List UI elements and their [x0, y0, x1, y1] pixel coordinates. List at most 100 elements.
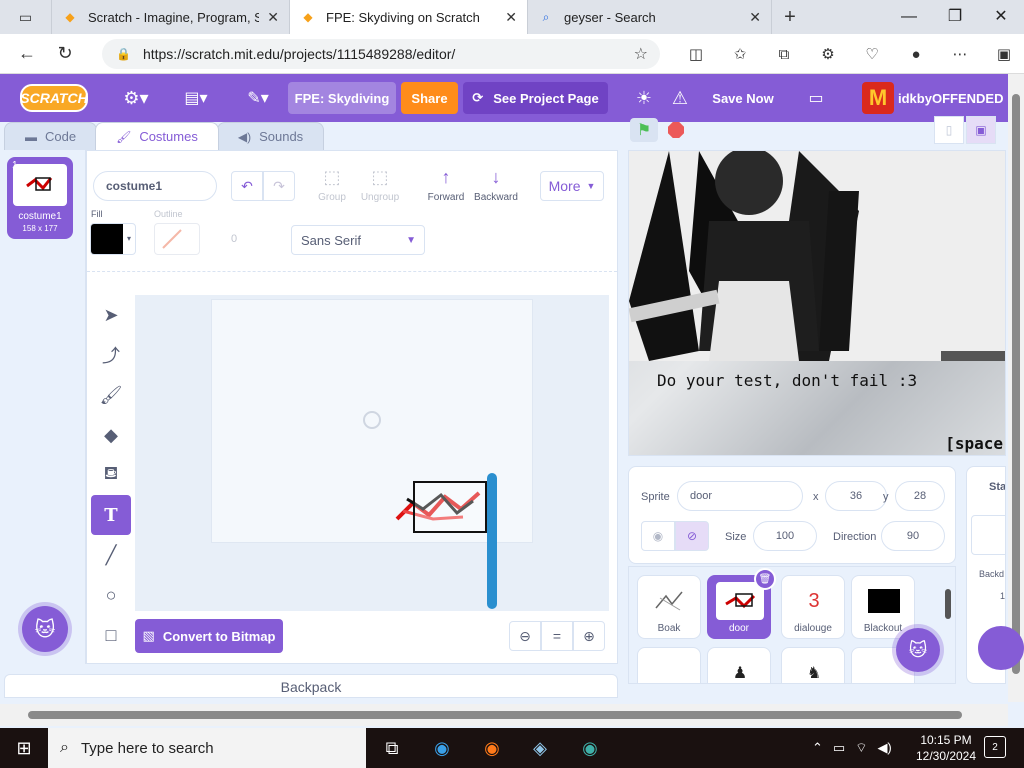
choose-costume-button[interactable]: 🐱: [22, 606, 68, 652]
circle-tool[interactable]: ○: [91, 575, 131, 615]
fill-tool[interactable]: ⛾: [91, 455, 131, 495]
close-tab-icon[interactable]: ✕: [749, 9, 761, 26]
delete-sprite-icon[interactable]: 🗑: [754, 568, 776, 590]
save-now-button[interactable]: Save Now: [706, 74, 780, 122]
close-tab-icon[interactable]: ✕: [505, 9, 517, 26]
volume-icon[interactable]: ◀): [877, 740, 891, 756]
project-title-input[interactable]: FPE: Skydiving: [288, 82, 396, 114]
y-input[interactable]: 28: [895, 481, 945, 511]
favorite-star-icon[interactable]: ☆: [634, 44, 648, 64]
sprite-item-boak[interactable]: Boak: [637, 575, 701, 639]
new-tab-button[interactable]: +: [772, 6, 808, 29]
zoom-out-button[interactable]: ⊖: [509, 621, 541, 651]
costume-item[interactable]: 1 costume1 158 x 177: [7, 157, 73, 239]
taskbar-search-input[interactable]: ⌕ Type here to search: [48, 728, 366, 768]
minimize-icon[interactable]: —: [886, 0, 932, 34]
hide-sprite-button[interactable]: ⊘: [675, 521, 709, 551]
tab-actions-button[interactable]: ▭: [0, 0, 52, 34]
wifi-icon[interactable]: ⌔: [855, 740, 867, 756]
size-input[interactable]: 100: [753, 521, 817, 551]
paint-app-icon[interactable]: ◈: [520, 732, 560, 764]
selection-box[interactable]: [413, 481, 487, 533]
tab-sounds[interactable]: ◀) Sounds: [216, 122, 325, 150]
chevron-up-icon[interactable]: ⌃: [812, 740, 823, 756]
taskbar-clock[interactable]: 10:15 PM 12/30/2024: [914, 732, 978, 764]
page-horizontal-scrollbar[interactable]: [0, 704, 1008, 726]
convert-to-bitmap-button[interactable]: ▧ Convert to Bitmap: [135, 619, 283, 653]
browser-tab-scratch-home[interactable]: ◆ Scratch - Imagine, Program, Share ✕: [52, 0, 290, 34]
x-input[interactable]: 36: [825, 481, 887, 511]
username-label[interactable]: idkbyOFFENDED: [898, 74, 1003, 122]
sprite-item-unnamed[interactable]: [637, 647, 701, 683]
edge-browser-icon[interactable]: ◉: [422, 732, 462, 764]
tutorials-lightbulb-icon[interactable]: ☀: [628, 74, 660, 122]
outline-width-input[interactable]: 0: [231, 233, 237, 245]
eraser-tool[interactable]: ◆: [91, 415, 131, 455]
sprite-item-unnamed[interactable]: ♟: [707, 647, 771, 683]
my-stuff-folder-icon[interactable]: ▭: [800, 74, 832, 122]
outline-color-picker[interactable]: [154, 223, 200, 255]
sprite-item-dialouge[interactable]: 3 dialouge: [781, 575, 845, 639]
scratch-logo[interactable]: SCRATCH: [20, 84, 88, 112]
stop-icon[interactable]: [668, 122, 684, 138]
scrollbar-thumb[interactable]: [28, 711, 962, 719]
url-field[interactable]: 🔒 https://scratch.mit.edu/projects/11154…: [102, 39, 660, 69]
close-window-icon[interactable]: ✕: [978, 0, 1024, 34]
paint-canvas[interactable]: [135, 295, 609, 611]
share-button[interactable]: Share: [401, 82, 458, 114]
backward-button[interactable]: ↓ Backward: [471, 167, 521, 203]
performance-icon[interactable]: ♡: [850, 45, 894, 63]
tab-code[interactable]: ▬ Code: [4, 122, 98, 150]
notification-center-icon[interactable]: 2: [984, 736, 1006, 758]
file-menu-icon[interactable]: ▤▾: [178, 74, 214, 122]
line-tool[interactable]: ╱: [91, 535, 131, 575]
font-dropdown[interactable]: Sans Serif ▼: [291, 225, 425, 255]
maximize-icon[interactable]: ❐: [932, 0, 978, 34]
back-icon[interactable]: ←: [8, 43, 46, 64]
choose-sprite-button[interactable]: 🐱: [896, 628, 940, 672]
green-flag-icon[interactable]: ⚑: [630, 118, 658, 142]
text-selection-handle[interactable]: [487, 473, 497, 609]
zoom-in-button[interactable]: ⊕: [573, 621, 605, 651]
brush-tool[interactable]: 🖌: [91, 375, 131, 415]
extensions-icon[interactable]: ⚙: [806, 45, 850, 63]
browser-tab-search[interactable]: ⌕ geyser - Search ✕: [528, 0, 772, 34]
small-stage-button[interactable]: ▯: [934, 116, 964, 144]
sidebar-icon[interactable]: ▣: [982, 45, 1024, 63]
select-tool[interactable]: ➤: [91, 295, 131, 335]
stage-canvas[interactable]: Do your test, don't fail :3 [space: [628, 150, 1006, 456]
profile-avatar-icon[interactable]: ●: [894, 46, 938, 63]
ungroup-button[interactable]: ⬚ Ungroup: [355, 167, 405, 203]
text-tool[interactable]: T: [91, 495, 131, 535]
settings-gear-icon[interactable]: ⚙▾: [118, 74, 154, 122]
show-sprite-button[interactable]: ◉: [641, 521, 675, 551]
edge-beta-icon[interactable]: ◉: [570, 732, 610, 764]
favorites-icon[interactable]: ✩: [718, 45, 762, 63]
split-screen-icon[interactable]: ◫: [674, 45, 718, 63]
more-menu-icon[interactable]: ⋯: [938, 45, 982, 63]
fill-color-picker[interactable]: ▾: [90, 223, 136, 255]
sprite-item-blackout[interactable]: Blackout: [851, 575, 915, 639]
sprite-name-input[interactable]: door: [677, 481, 803, 511]
see-project-page-button[interactable]: ⟳ See Project Page: [463, 82, 608, 114]
zoom-reset-button[interactable]: =: [541, 621, 573, 651]
collections-icon[interactable]: ⧉: [762, 46, 806, 63]
reshape-tool[interactable]: ⤴: [91, 335, 131, 375]
forward-button[interactable]: ↑ Forward: [421, 167, 471, 203]
page-vertical-scrollbar[interactable]: [1008, 74, 1024, 702]
windows-start-icon[interactable]: ⊞: [0, 738, 48, 759]
costume-name-input[interactable]: costume1: [93, 171, 217, 201]
edit-pencil-icon[interactable]: ✎▾: [240, 74, 276, 122]
browser-tab-skydiving[interactable]: ◆ FPE: Skydiving on Scratch ✕: [290, 0, 528, 34]
scrollbar-thumb[interactable]: [1012, 94, 1020, 674]
close-tab-icon[interactable]: ✕: [267, 9, 279, 26]
more-button[interactable]: More ▼: [540, 171, 604, 201]
network-icon[interactable]: ▭: [833, 740, 845, 756]
backpack-bar[interactable]: Backpack: [4, 674, 618, 698]
redo-button[interactable]: ↷: [263, 171, 295, 201]
user-avatar[interactable]: M: [862, 82, 894, 114]
tab-costumes[interactable]: 🖌 Costumes: [95, 122, 219, 150]
undo-button[interactable]: ↶: [231, 171, 263, 201]
sprite-list-scrollbar[interactable]: [945, 589, 951, 619]
choose-backdrop-button[interactable]: [978, 626, 1024, 670]
